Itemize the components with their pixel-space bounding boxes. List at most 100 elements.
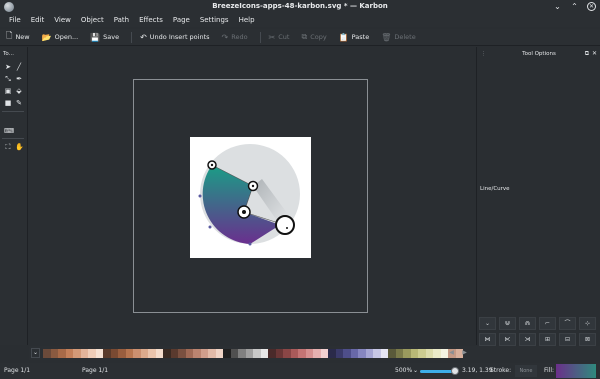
canvas-area[interactable]	[29, 47, 474, 345]
palette-swatch[interactable]	[80, 349, 88, 358]
palette-swatch[interactable]	[170, 349, 178, 358]
palette-swatch[interactable]	[50, 349, 58, 358]
artboard[interactable]	[190, 137, 311, 258]
palette-swatch[interactable]	[95, 349, 103, 358]
palette-swatch[interactable]	[328, 349, 336, 358]
palette-swatch[interactable]	[380, 349, 388, 358]
palette-swatch[interactable]	[313, 349, 321, 358]
menu-file[interactable]: File	[4, 14, 26, 27]
palette-scroll-left-icon[interactable]: ◀	[447, 348, 456, 358]
node-smooth-icon[interactable]: ⋓	[499, 317, 516, 330]
stroke-swatch[interactable]: None	[515, 365, 537, 377]
minimize-icon[interactable]: ⌄	[553, 2, 562, 11]
palette-swatch[interactable]	[200, 349, 208, 358]
palette-swatch[interactable]	[133, 349, 141, 358]
palette-swatch[interactable]	[268, 349, 276, 358]
open-button[interactable]: 📂 Open...	[42, 33, 79, 42]
palette-swatch[interactable]	[358, 349, 366, 358]
palette-swatch[interactable]	[58, 349, 66, 358]
palette-swatch[interactable]	[118, 349, 126, 358]
palette-swatch[interactable]	[245, 349, 253, 358]
segment-curve-icon[interactable]: ⌒	[559, 317, 576, 330]
node-symmetric-icon[interactable]: ⋒	[519, 317, 536, 330]
menu-settings[interactable]: Settings	[195, 14, 234, 27]
palette-swatch[interactable]	[253, 349, 261, 358]
palette-swatch[interactable]	[88, 349, 96, 358]
palette-swatch[interactable]	[238, 349, 246, 358]
palette-swatch[interactable]	[298, 349, 306, 358]
paste-button[interactable]: 📋 Paste	[339, 33, 370, 42]
palette-swatch[interactable]	[395, 349, 403, 358]
palette-swatch[interactable]	[140, 349, 148, 358]
fill-bucket-icon[interactable]: ⬙	[15, 87, 23, 95]
palette-swatch[interactable]	[110, 349, 118, 358]
palette-scroll-right-icon[interactable]: ▶	[460, 348, 469, 358]
path-edit-icon[interactable]: ⤡	[4, 75, 12, 83]
merge-nodes-icon[interactable]: ⋉	[499, 333, 516, 346]
insert-node-icon[interactable]: ⊹	[579, 317, 596, 330]
menu-path[interactable]: Path	[109, 14, 134, 27]
float-panel-icon[interactable]: ⧉	[585, 50, 589, 58]
palette-swatch[interactable]	[125, 349, 133, 358]
transform-tool-icon[interactable]: ⛶	[4, 143, 12, 151]
palette-swatch[interactable]	[73, 349, 81, 358]
palette-swatch[interactable]	[365, 349, 373, 358]
menu-view[interactable]: View	[49, 14, 76, 27]
palette-swatch[interactable]	[260, 349, 268, 358]
text-box-icon[interactable]: ⌨	[4, 127, 14, 135]
palette-swatch[interactable]	[320, 349, 328, 358]
palette-swatch[interactable]	[373, 349, 381, 358]
palette-swatch[interactable]	[103, 349, 111, 358]
palette-swatch[interactable]	[178, 349, 186, 358]
zoom-level[interactable]: 500%	[395, 367, 412, 374]
palette-swatch[interactable]	[215, 349, 223, 358]
select-arrow-icon[interactable]: ➤	[4, 63, 12, 71]
palette-swatch[interactable]	[43, 349, 51, 358]
palette-swatch[interactable]	[343, 349, 351, 358]
palette-swatch[interactable]	[350, 349, 358, 358]
palette-swatch[interactable]	[148, 349, 156, 358]
undo-button[interactable]: ↶ Undo Insert points	[140, 33, 209, 42]
zoom-slider-handle[interactable]	[451, 367, 459, 375]
palette-swatch[interactable]	[208, 349, 216, 358]
palette-swatch[interactable]	[155, 349, 163, 358]
palette-swatch[interactable]	[410, 349, 418, 358]
palette-swatch[interactable]	[275, 349, 283, 358]
palette-swatch[interactable]	[388, 349, 396, 358]
maximize-icon[interactable]: ⌃	[570, 2, 579, 11]
palette-swatch[interactable]	[418, 349, 426, 358]
palette-swatch[interactable]	[193, 349, 201, 358]
zoom-dropdown-icon[interactable]: ⌄	[413, 367, 418, 374]
remove-node-icon[interactable]: ⊟	[559, 333, 576, 346]
segment-line-icon[interactable]: ⌐	[539, 317, 556, 330]
close-icon[interactable]: ✕	[587, 2, 596, 11]
node-corner-icon[interactable]: ⌄	[479, 317, 496, 330]
menu-page[interactable]: Page	[168, 14, 195, 27]
palette-swatch[interactable]	[163, 349, 171, 358]
break-segment-icon[interactable]: ⋊	[519, 333, 536, 346]
pan-hand-icon[interactable]: ✋	[15, 143, 24, 151]
menu-object[interactable]: Object	[76, 14, 109, 27]
save-button[interactable]: 💾 Save	[90, 33, 119, 42]
zoom-slider[interactable]	[420, 370, 454, 373]
copy-button[interactable]: ⧉ Copy	[301, 32, 326, 42]
palette-swatch[interactable]	[290, 349, 298, 358]
palette-swatch[interactable]	[185, 349, 193, 358]
palette-swatch[interactable]	[425, 349, 433, 358]
new-button[interactable]: 🗋 New	[6, 30, 30, 44]
delete-button[interactable]: 🗑 Delete	[381, 33, 416, 42]
menu-effects[interactable]: Effects	[134, 14, 168, 27]
palette-swatch[interactable]	[305, 349, 313, 358]
menu-help[interactable]: Help	[234, 14, 260, 27]
pencil-tool-icon[interactable]: ✎	[15, 99, 23, 107]
convert-path-icon[interactable]: ⊠	[579, 333, 596, 346]
karbon-logo-drawing[interactable]	[190, 137, 311, 258]
join-nodes-icon[interactable]: ⋈	[479, 333, 496, 346]
palette-swatch[interactable]	[65, 349, 73, 358]
palette-swatch[interactable]	[283, 349, 291, 358]
palette-swatch[interactable]	[403, 349, 411, 358]
close-panel-icon[interactable]: ✕	[592, 50, 597, 57]
palette-swatch[interactable]	[223, 349, 231, 358]
palette-swatch[interactable]	[230, 349, 238, 358]
fill-swatch[interactable]	[556, 364, 596, 378]
